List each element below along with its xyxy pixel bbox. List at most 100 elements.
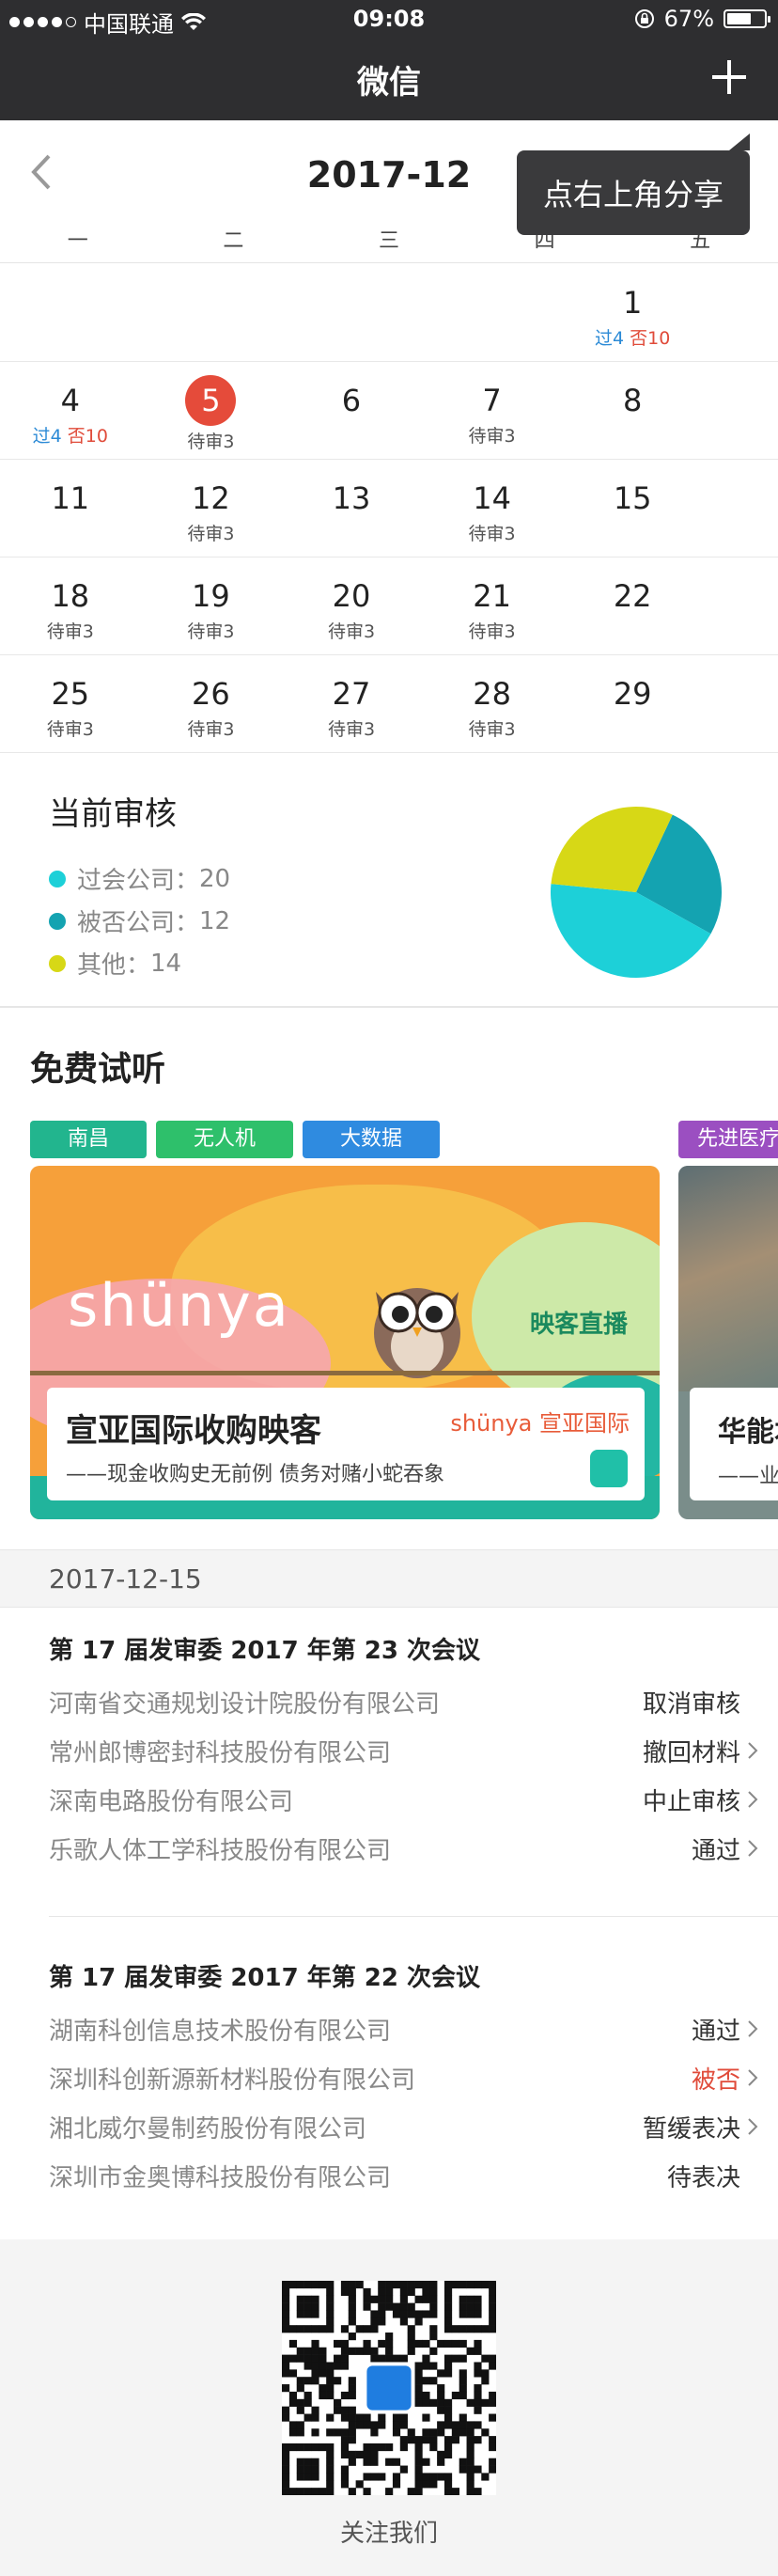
day-status: 过4 否10: [0, 422, 141, 448]
calendar-day[interactable]: 13: [281, 460, 422, 557]
status-text: 通过: [691, 1836, 740, 1865]
legend-item: 过会公司： 20: [49, 857, 230, 900]
chevron-right-icon: [748, 1742, 758, 1759]
company-row[interactable]: 深南电路股份有限公司 中止审核: [49, 1775, 759, 1824]
day-number: 19: [192, 578, 230, 614]
review-pie-chart: [551, 807, 722, 978]
trial-card[interactable]: 华能本 ——业绩: [678, 1166, 778, 1519]
calendar-week: 1 过4 否10: [0, 264, 778, 362]
status-text: 通过: [691, 2017, 740, 2046]
plus-icon[interactable]: [708, 56, 750, 98]
company-row[interactable]: 深圳科创新源新材料股份有限公司 被否: [49, 2053, 759, 2102]
legend-item: 被否公司： 12: [49, 900, 230, 942]
company-name: 乐歌人体工学科技股份有限公司: [49, 1836, 392, 1865]
day-status: 待审3: [187, 432, 235, 452]
calendar-day: [0, 264, 141, 361]
day-status: 待审3: [468, 524, 516, 544]
calendar-day[interactable]: 26 待审3: [141, 655, 282, 752]
battery-percent: 67%: [663, 6, 714, 32]
summary-legend: 过会公司： 20 被否公司： 12 其他： 14: [49, 857, 230, 984]
calendar-day[interactable]: 12 待审3: [141, 460, 282, 557]
calendar-day[interactable]: 19 待审3: [141, 558, 282, 654]
day-number: 5: [185, 375, 237, 426]
day-number: 29: [613, 676, 652, 712]
day-number: 12: [192, 480, 230, 516]
share-tooltip: 点右上角分享: [517, 134, 750, 235]
day-status: 待审3: [468, 426, 516, 447]
calendar-day[interactable]: 27 待审3: [281, 655, 422, 752]
calendar-day[interactable]: 5 待审3: [141, 362, 282, 459]
card-rope: [30, 1371, 660, 1375]
trial-card[interactable]: shünya 映客直播 宣亚国际收购映客 ——现金收购史无前例 债务对赌小蛇吞象…: [30, 1166, 660, 1519]
calendar-day[interactable]: 4 过4 否10: [0, 362, 141, 459]
weekday-label: 一: [67, 229, 88, 253]
chevron-right-icon: [748, 1791, 758, 1808]
nav-bar: 微信: [0, 38, 778, 120]
status-text: 中止审核: [642, 1787, 740, 1816]
calendar-day[interactable]: 20 待审3: [281, 558, 422, 654]
review-status: 中止审核: [643, 1783, 759, 1817]
day-number: 8: [622, 383, 643, 418]
tag-medical[interactable]: 先进医疗: [678, 1121, 778, 1158]
calendar-day[interactable]: 6: [281, 362, 422, 459]
day-status: 待审3: [327, 621, 376, 642]
tag-drone[interactable]: 无人机: [156, 1121, 294, 1158]
day-number: 26: [192, 676, 230, 712]
day-status: 过4 否10: [562, 324, 703, 350]
day-number: 25: [51, 676, 90, 712]
day-number: 1: [622, 285, 643, 321]
calendar-day[interactable]: 15: [562, 460, 703, 557]
meeting-list: 第 17 届发审委 2017 年第 23 次会议 河南省交通规划设计院股份有限公司…: [0, 1608, 778, 2238]
battery-icon: [724, 9, 770, 28]
company-row: 河南省交通规划设计院股份有限公司 取消审核: [49, 1677, 759, 1726]
legend-label: 过会公司：: [77, 867, 200, 895]
day-number: 13: [332, 480, 371, 516]
card-info: 华能本 ——业绩: [690, 1388, 778, 1500]
day-number: [422, 283, 563, 322]
calendar-day[interactable]: 7 待审3: [422, 362, 563, 459]
meeting-title: 第 17 届发审委 2017 年第 22 次会议: [49, 1964, 481, 1992]
status-text: 待表决: [666, 2163, 740, 2192]
review-status: 待表决: [667, 2159, 759, 2193]
day-status: 待审3: [46, 719, 94, 740]
calendar-day[interactable]: 11: [0, 460, 141, 557]
section-title: 免费试听: [30, 1050, 166, 1089]
calendar-day[interactable]: 14 待审3: [422, 460, 563, 557]
calendar-week: 18 待审3 19 待审3 20 待审3 21 待审3 22: [0, 558, 778, 655]
meeting-block: 第 17 届发审委 2017 年第 22 次会议湖南科创信息技术股份有限公司 通过…: [49, 1952, 759, 2200]
calendar-day[interactable]: 22: [562, 558, 703, 654]
company-row[interactable]: 乐歌人体工学科技股份有限公司 通过: [49, 1824, 759, 1873]
tag-bigdata[interactable]: 大数据: [303, 1121, 441, 1158]
day-status: 待审3: [46, 621, 94, 642]
calendar-day[interactable]: 21 待审3: [422, 558, 563, 654]
review-status: 通过: [692, 2012, 759, 2047]
card-title: 华能本: [718, 1416, 778, 1449]
review-summary: 当前审核 过会公司： 20 被否公司： 12 其他： 14: [0, 754, 778, 1008]
weekday-label: 二: [223, 229, 244, 253]
card-info: 宣亚国际收购映客 ——现金收购史无前例 债务对赌小蛇吞象 shünya 宣亚国际: [47, 1388, 645, 1500]
company-row[interactable]: 常州郎博密封科技股份有限公司 撤回材料: [49, 1726, 759, 1775]
card-subtitle: ——业绩: [718, 1465, 778, 1488]
calendar-day[interactable]: 25 待审3: [0, 655, 141, 752]
calendar-day[interactable]: 1 过4 否10: [562, 264, 703, 361]
status-text: 撤回材料: [642, 1738, 740, 1767]
calendar-week: 4 过4 否10 5 待审3 6 7 待审3 8: [0, 362, 778, 460]
tag-nanchang[interactable]: 南昌: [30, 1121, 148, 1158]
status-right: 67%: [634, 6, 770, 32]
calendar-day[interactable]: 28 待审3: [422, 655, 563, 752]
brand-tag: 映客直播: [530, 1311, 629, 1339]
company-row[interactable]: 湖南科创信息技术股份有限公司 通过: [49, 2004, 759, 2053]
calendar-day[interactable]: 29: [562, 655, 703, 752]
company-row[interactable]: 湘北威尔曼制药股份有限公司 暂缓表决: [49, 2102, 759, 2151]
owl-mascot-icon: [374, 1288, 460, 1378]
day-number: 20: [332, 578, 371, 614]
chevron-right-icon: [748, 2020, 758, 2037]
calendar-day[interactable]: 18 待审3: [0, 558, 141, 654]
calendar-day: [141, 264, 282, 361]
day-number: 7: [482, 383, 502, 418]
day-status: 待审3: [187, 719, 235, 740]
date-header: 2017-12-15: [0, 1549, 778, 1608]
chevron-right-icon: [748, 2069, 758, 2086]
legend-value: 12: [199, 906, 231, 935]
calendar-day[interactable]: 8: [562, 362, 703, 459]
